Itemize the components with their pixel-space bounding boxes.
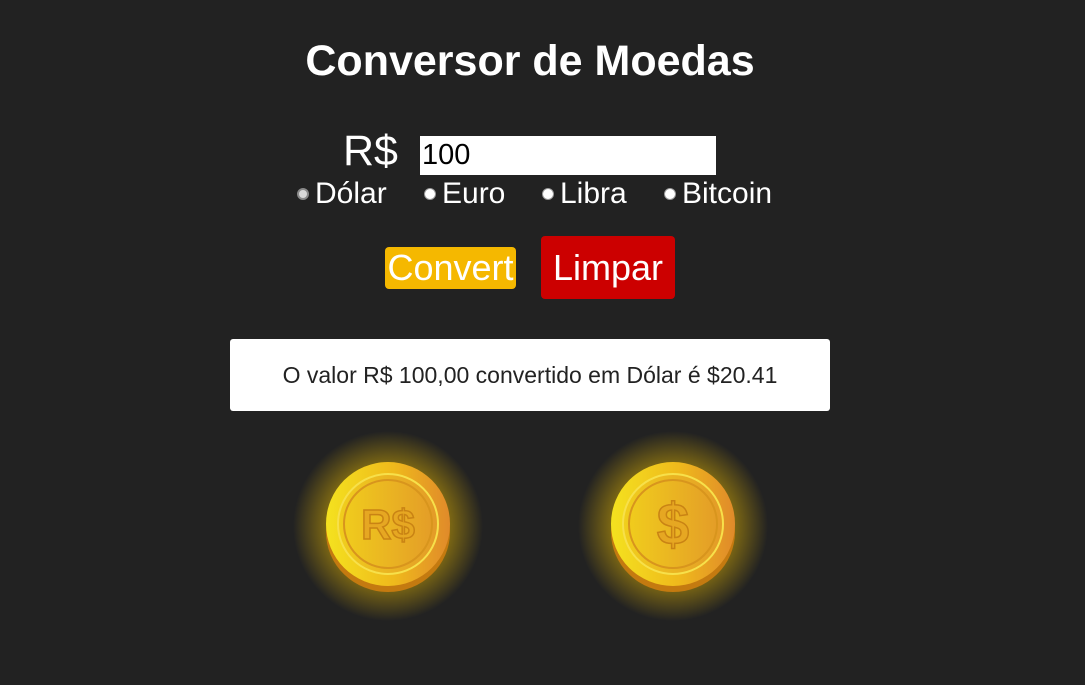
radio-option-libra[interactable]: Libra [542,176,627,212]
radio-label-libra: Libra [560,177,627,210]
coin-right-symbol: $ [657,492,689,557]
radio-button-icon[interactable] [424,188,436,200]
convert-button[interactable]: Convert [385,247,516,289]
radio-button-checked-icon[interactable] [297,188,309,200]
currency-prefix-label: R$ [343,127,398,175]
radio-label-dolar: Dólar [315,177,387,210]
radio-option-bitcoin[interactable]: Bitcoin [664,176,772,212]
radio-button-icon[interactable] [664,188,676,200]
coin-left-symbol: R$ [361,501,415,548]
page-title: Conversor de Moedas [305,37,755,85]
radio-label-euro: Euro [442,177,506,210]
radio-option-euro[interactable]: Euro [424,176,505,212]
amount-input[interactable] [420,136,716,175]
real-coin-icon: R$ [293,431,483,621]
dollar-coin-icon: $ [578,431,768,621]
radio-button-icon[interactable] [542,188,554,200]
radio-label-bitcoin: Bitcoin [682,177,773,210]
clear-button[interactable]: Limpar [541,236,675,299]
result-box: O valor R$ 100,00 convertido em Dólar é … [230,339,830,411]
radio-option-dolar[interactable]: Dólar [297,176,387,212]
result-text: O valor R$ 100,00 convertido em Dólar é … [282,362,778,388]
